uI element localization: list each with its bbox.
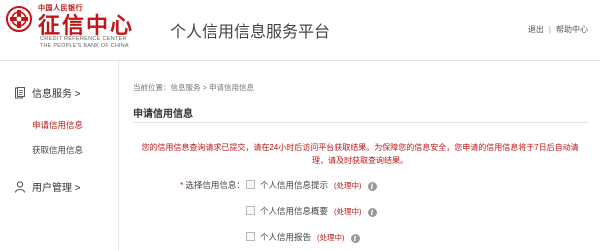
required-mark: * [180,180,184,190]
option-label: 个人信用信息概要 [260,206,329,216]
sidebar-section-label: 用户管理 > [32,183,81,194]
info-icon[interactable]: i [350,234,360,243]
info-icon[interactable]: i [367,182,377,191]
sidebar-section-user-management[interactable]: 用户管理 > [14,179,81,194]
option-credit-info-summary: 个人信用信息概要 (处理中) i [246,205,377,217]
sidebar: 信息服务 > 申请信用信息 获取信用信息 用户管理 > [0,61,119,250]
platform-title: 个人信用信息服务平台 [170,22,331,41]
sidebar-item-get-credit-info[interactable]: 获取信用信息 [32,144,83,156]
sidebar-section-info-service[interactable]: 信息服务 > [14,85,81,100]
page-title: 申请信用信息 [133,109,193,120]
status-badge: (处理中) [334,181,362,190]
title-divider [133,122,588,123]
option-label: 个人信用报告 [260,232,312,242]
status-badge: (处理中) [334,207,362,216]
checkbox[interactable] [246,232,255,241]
sidebar-section-label: 信息服务 > [32,89,81,100]
help-center-link[interactable]: 帮助中心 [556,25,588,34]
option-credit-info-tips: 个人信用信息提示 (处理中) i [246,179,377,191]
notice-message: 您的信用信息查询请求已提交，请在24小时后访问平台获取结果。为保障您的信息安全，… [141,143,579,165]
select-label-text: 选择信用信息： [185,180,245,190]
breadcrumb: 当前位置：信息服务 > 申请信用信息 [133,83,255,92]
header: 中国人民银行 征信中心 CREDIT REFERENCE CENTER THE … [0,0,600,61]
option-credit-report: 个人信用报告 (处理中) i [246,231,360,243]
link-separator: | [548,25,551,34]
user-icon [14,181,26,193]
option-label: 个人信用信息提示 [260,180,329,190]
sidebar-item-apply-credit-info[interactable]: 申请信用信息 [32,119,83,131]
status-badge: (处理中) [317,233,345,242]
info-icon[interactable]: i [367,208,377,217]
logout-link[interactable]: 退出 [528,25,544,34]
logo-english-line2: THE PEOPLE'S BANK OF CHINA [40,43,129,49]
select-credit-info-label: * 选择信用信息： [180,179,245,191]
document-icon [15,87,25,99]
checkbox[interactable] [246,180,255,189]
credit-center-emblem-icon [6,6,32,32]
checkbox[interactable] [246,206,255,215]
logo-english-line1: CREDIT REFERENCE CENTER [40,36,127,42]
top-links: 退出 | 帮助中心 [528,24,588,35]
